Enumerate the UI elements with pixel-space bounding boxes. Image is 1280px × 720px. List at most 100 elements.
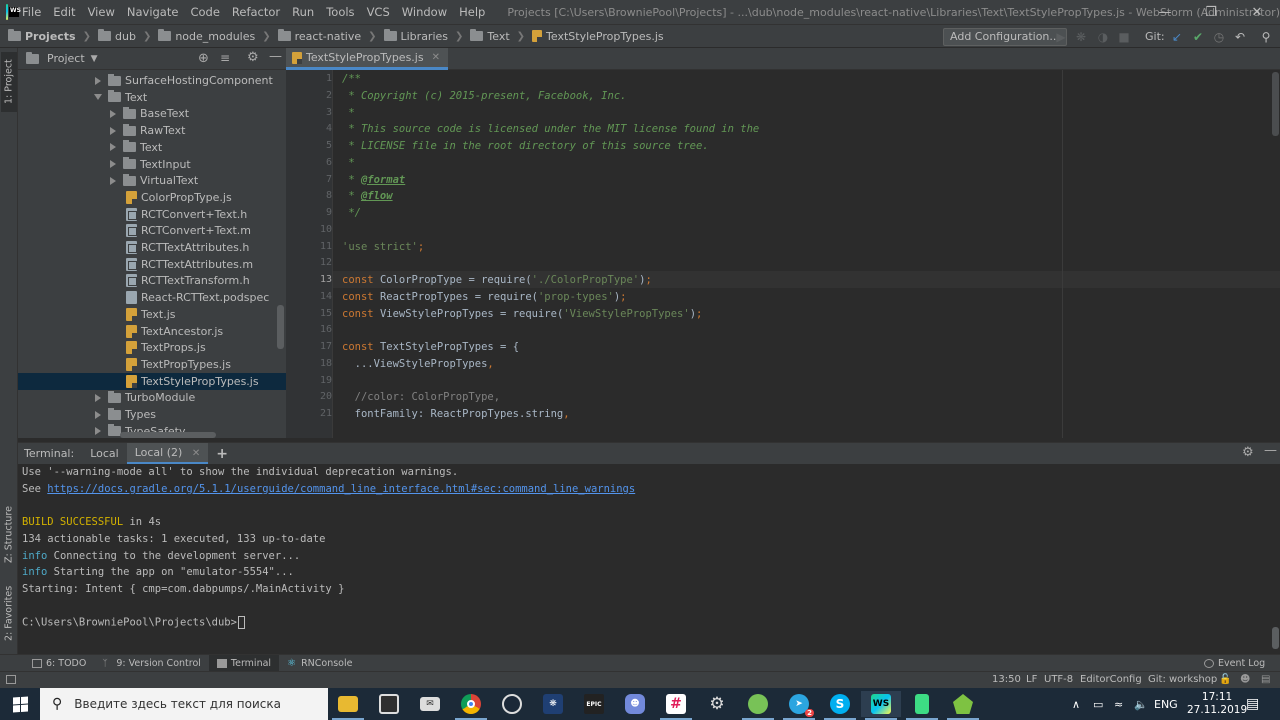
menu-refactor[interactable]: Refactor (226, 0, 286, 24)
restore-icon[interactable]: ❐ (1188, 0, 1234, 24)
chevron-down-icon[interactable] (94, 94, 102, 101)
webstorm-app[interactable]: WS (861, 691, 901, 720)
terminal-scrollbar[interactable] (1272, 627, 1279, 649)
menu-tools[interactable]: Tools (320, 0, 360, 24)
menu-window[interactable]: Window (396, 0, 453, 24)
tree-item[interactable]: SurfaceHostingComponent (18, 72, 286, 89)
line-separator[interactable]: LF (1026, 674, 1037, 685)
tree-item[interactable]: TextInput (18, 156, 286, 173)
hide-panel-icon[interactable]: — (1264, 443, 1277, 458)
battery-icon[interactable]: ▭ (1093, 688, 1103, 720)
tree-item[interactable]: TextPropTypes.js (18, 356, 286, 373)
tree-item[interactable]: TextAncestor.js (18, 323, 286, 340)
language-indicator[interactable]: ENG (1154, 688, 1178, 720)
chevron-right-icon[interactable] (95, 410, 101, 419)
breadcrumb-text[interactable]: Text (468, 29, 511, 43)
action-center-icon[interactable]: ▤ (1246, 688, 1259, 720)
chevron-right-icon[interactable] (110, 143, 116, 152)
tab-structure[interactable]: Z: Structure (1, 498, 17, 572)
chevron-right-icon[interactable] (95, 393, 101, 402)
hide-panel-icon[interactable]: — (269, 49, 282, 64)
tray-expand-icon[interactable]: ∧ (1072, 688, 1080, 720)
menu-edit[interactable]: Edit (47, 0, 81, 24)
chevron-right-icon[interactable] (110, 126, 116, 135)
version-control-tool-button[interactable]: ᛉ 9: Version Control (94, 655, 209, 671)
tree-item[interactable]: Text (18, 89, 286, 106)
chevron-right-icon[interactable] (110, 160, 116, 168)
breadcrumb-react-native[interactable]: react-native (276, 29, 363, 43)
breadcrumb-node-modules[interactable]: node_modules (156, 29, 257, 43)
green-app[interactable] (943, 691, 983, 720)
chrome-app[interactable] (451, 691, 491, 720)
tab-favorites[interactable]: 2: Favorites (1, 578, 17, 648)
tree-item[interactable]: RCTTextAttributes.h (18, 239, 286, 256)
chevron-down-icon[interactable]: ▼ (91, 54, 98, 64)
tree-item[interactable]: Text (18, 139, 286, 156)
menu-run[interactable]: Run (286, 0, 320, 24)
tree-item[interactable]: Types (18, 406, 286, 423)
project-scrollbar[interactable] (277, 305, 284, 349)
todo-tool-button[interactable]: 6: TODO (24, 655, 94, 671)
chevron-right-icon[interactable] (110, 109, 116, 118)
chevron-right-icon[interactable] (95, 76, 101, 85)
breadcrumb-file[interactable]: TextStylePropTypes.js (530, 30, 666, 43)
store-app[interactable] (369, 691, 409, 717)
toggle-tool-windows-icon[interactable] (6, 675, 16, 684)
git-commit-icon[interactable]: ✔ (1191, 30, 1205, 44)
code-editor[interactable]: 1 2 3 4 5 6 7 8 9 10 11 12 13 14 15 16 17 18 19 20 21 /** * … (286, 70, 1280, 438)
settings-app[interactable]: ⚙ (697, 691, 737, 717)
tree-item[interactable]: ColorPropType.js (18, 189, 286, 206)
coverage-icon[interactable]: ◑ (1096, 30, 1110, 44)
search-everywhere-icon[interactable]: ⚲ (1259, 30, 1273, 44)
history-icon[interactable]: ◷ (1212, 30, 1226, 44)
tree-item[interactable]: TextProps.js (18, 339, 286, 356)
start-button[interactable] (0, 688, 40, 720)
debug-icon[interactable]: ❋ (1074, 30, 1088, 44)
terminal-output[interactable]: Use '--warning-mode all' to show the ind… (18, 464, 1280, 654)
file-explorer-app[interactable] (328, 691, 368, 720)
lock-icon[interactable]: 🔓 (1219, 674, 1231, 685)
tree-item[interactable]: RCTConvert+Text.h (18, 206, 286, 223)
collapse-all-icon[interactable]: ≡ (220, 51, 230, 65)
menu-view[interactable]: View (82, 0, 121, 24)
tree-item[interactable]: BaseText (18, 105, 286, 122)
breadcrumb-dub[interactable]: dub (96, 29, 138, 43)
stop-icon[interactable]: ■ (1117, 30, 1131, 44)
notifications-icon[interactable]: ▤ (1261, 674, 1270, 685)
terminal-tab-local-2[interactable]: Local (2) ✕ (126, 442, 209, 465)
terminal-tool-button[interactable]: Terminal (208, 655, 280, 671)
tree-item[interactable]: Text.js (18, 306, 286, 323)
breadcrumb-libraries[interactable]: Libraries (382, 29, 451, 43)
tree-item[interactable]: RCTTextTransform.h (18, 272, 286, 289)
tree-item[interactable]: RCTTextAttributes.m (18, 256, 286, 273)
rnconsole-tool-button[interactable]: ⚛ RNConsole (279, 655, 360, 671)
git-branch[interactable]: Git: workshop (1148, 674, 1217, 685)
caret-position[interactable]: 13:50 (992, 674, 1021, 685)
project-horizontal-scrollbar[interactable] (120, 432, 216, 438)
inspector-icon[interactable]: ☻ (1240, 674, 1250, 685)
volume-icon[interactable]: 🔈 (1134, 688, 1148, 720)
mail-app[interactable]: ✉ (410, 691, 450, 717)
slack-app[interactable]: # (656, 691, 696, 720)
tree-item[interactable]: VirtualText (18, 172, 286, 189)
revert-icon[interactable]: ↶ (1233, 30, 1247, 44)
tree-item[interactable]: RawText (18, 122, 286, 139)
taskbar-search[interactable]: ⚲ Введите здесь текст для поиска (40, 688, 328, 720)
emulator-app[interactable] (902, 691, 942, 720)
menu-navigate[interactable]: Navigate (121, 0, 185, 24)
menu-code[interactable]: Code (184, 0, 225, 24)
gear-icon[interactable]: ⚙ (1242, 445, 1254, 460)
close-icon[interactable]: ✕ (1234, 0, 1280, 24)
tree-item[interactable]: TurboModule (18, 389, 286, 406)
add-terminal-icon[interactable]: + (208, 443, 236, 465)
android-studio-app[interactable] (738, 691, 778, 720)
minimize-icon[interactable]: — (1142, 0, 1188, 24)
locate-icon[interactable]: ⊕ (198, 51, 209, 66)
breadcrumb-projects[interactable]: Projects (6, 29, 78, 43)
editor-scrollbar[interactable] (1272, 72, 1279, 136)
menu-help[interactable]: Help (453, 0, 491, 24)
close-tab-icon[interactable]: ✕ (432, 52, 440, 63)
tree-item[interactable]: RCTConvert+Text.m (18, 222, 286, 239)
epic-games-app[interactable]: EPIC (574, 691, 614, 717)
steam-app[interactable] (492, 691, 532, 717)
